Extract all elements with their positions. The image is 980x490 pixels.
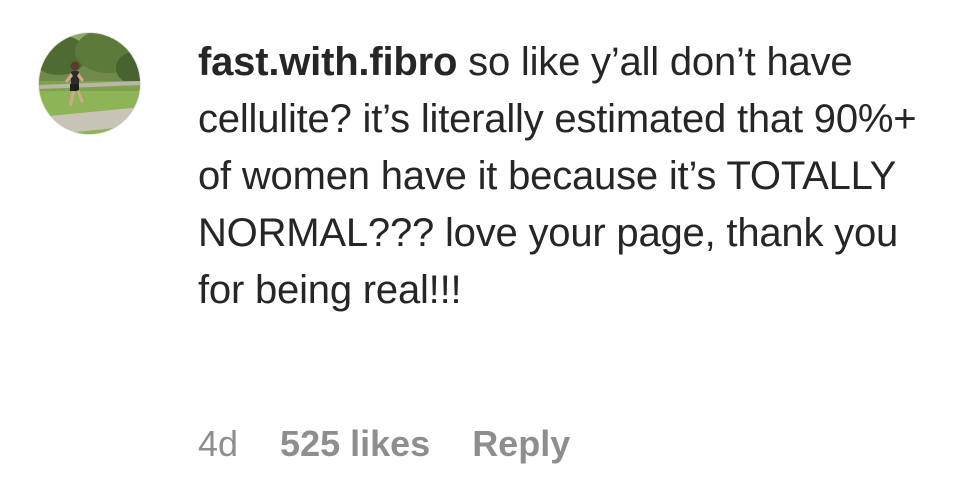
reply-button[interactable]: Reply <box>472 420 570 468</box>
comment-likes[interactable]: 525 likes <box>280 420 430 468</box>
avatar[interactable] <box>38 32 141 135</box>
runner-photo-icon <box>39 33 140 134</box>
comment-body: fast.with.fibro so like y’all don’t have… <box>198 34 938 319</box>
comment-item: fast.with.fibro so like y’all don’t have… <box>0 0 980 490</box>
comment-meta: 4d 525 likes Reply <box>198 420 570 468</box>
comment-timestamp[interactable]: 4d <box>198 420 238 468</box>
comment-text-block: fast.with.fibro so like y’all don’t have… <box>198 34 938 319</box>
comment-username[interactable]: fast.with.fibro <box>198 40 457 84</box>
